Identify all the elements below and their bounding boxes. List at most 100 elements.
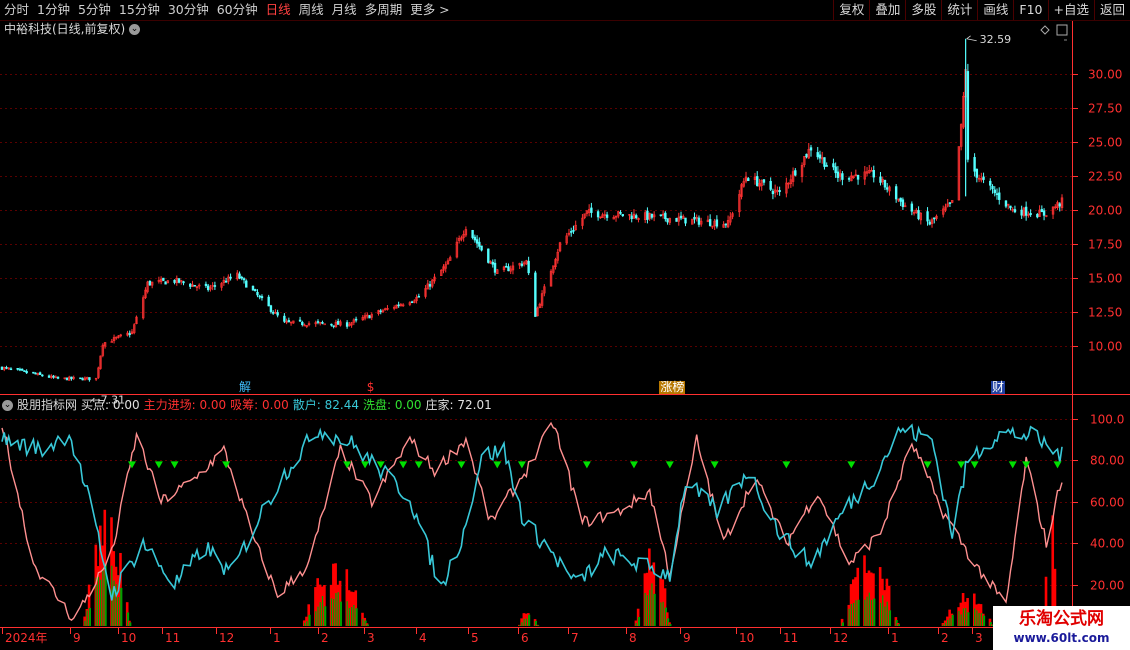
indicator-axis-label: 100.0 <box>1090 413 1124 427</box>
candle-body <box>910 203 914 212</box>
candle-body <box>38 372 42 375</box>
candle-body <box>345 322 349 327</box>
candle-body <box>173 279 176 283</box>
candle-body <box>301 321 304 326</box>
candle-body <box>809 147 813 151</box>
candle-body <box>794 170 797 176</box>
candle-body <box>778 190 781 193</box>
candle-body <box>664 212 667 220</box>
period-tab-3[interactable]: 15分钟 <box>115 0 164 20</box>
candle-body <box>0 366 4 370</box>
tool-button-5[interactable]: F10 <box>1013 0 1047 20</box>
date-axis-label: 3 <box>367 631 375 645</box>
candle-body <box>25 371 28 374</box>
candle-body <box>428 284 432 287</box>
candle-body <box>1042 210 1046 216</box>
candle-body <box>520 263 524 266</box>
bar-green <box>951 614 954 626</box>
period-tab-6[interactable]: 日线 <box>262 0 295 20</box>
candle-body <box>47 375 51 378</box>
candle-body <box>816 152 819 158</box>
candle-body <box>32 371 35 374</box>
bar-green <box>669 624 672 626</box>
indicator-name[interactable]: 股朋指标网 <box>17 398 77 412</box>
candle-body <box>245 280 248 288</box>
candle-body <box>856 174 860 180</box>
bar-green <box>308 614 311 626</box>
candle-body <box>948 202 952 204</box>
candle-body <box>666 218 669 223</box>
candle-body <box>684 217 687 224</box>
period-tab-10[interactable]: 更多 > <box>406 0 453 20</box>
candle-body <box>933 217 936 220</box>
candle-body <box>189 283 192 287</box>
bar-green <box>339 601 342 626</box>
indicator-value-1: 主力进场: 0.00 <box>143 398 227 412</box>
candle-body <box>1036 214 1039 218</box>
candle-body <box>1013 209 1017 213</box>
candle-body <box>762 179 766 183</box>
event-marker-2[interactable]: 涨榜 <box>659 381 686 394</box>
max-arrow-icon <box>966 35 977 42</box>
chevron-down-icon[interactable]: ⌄ <box>129 24 141 35</box>
candle-body <box>251 285 255 291</box>
candle-body <box>473 236 477 241</box>
candle-body <box>769 180 772 190</box>
bar-green <box>528 614 531 626</box>
candle-body <box>256 291 259 296</box>
date-axis-label: 2 <box>321 631 329 645</box>
candle-body <box>193 284 196 287</box>
period-tab-4[interactable]: 30分钟 <box>164 0 213 20</box>
bar-green <box>88 607 91 626</box>
date-axis-label: 9 <box>683 631 691 645</box>
price-axis-label: 22.50 <box>1088 170 1122 184</box>
date-axis-label: 1 <box>273 631 281 645</box>
candle-body <box>991 185 994 190</box>
indicator-value-0: 买点: 0.00 <box>81 398 140 412</box>
bar-green <box>129 622 132 626</box>
tool-button-3[interactable]: 统计 <box>941 0 977 20</box>
stock-title[interactable]: 中裕科技(日线,前复权) ⌄ <box>4 22 141 36</box>
candle-body <box>128 333 131 335</box>
candle-body <box>379 310 382 313</box>
candle-body <box>572 230 575 232</box>
indicator-value-5: 庄家: 72.01 <box>425 398 492 412</box>
bar-green <box>841 622 844 626</box>
period-tab-9[interactable]: 多周期 <box>361 0 407 20</box>
tool-button-1[interactable]: 叠加 <box>869 0 905 20</box>
period-tab-2[interactable]: 5分钟 <box>74 0 115 20</box>
candle-body <box>260 296 264 299</box>
period-tab-8[interactable]: 月线 <box>328 0 361 20</box>
zhuangjia-line <box>1 421 1063 621</box>
candle-body <box>52 375 55 378</box>
period-tab-7[interactable]: 周线 <box>295 0 328 20</box>
candle-body <box>989 180 992 186</box>
period-tab-0[interactable]: 分时 <box>0 0 33 20</box>
tool-button-7[interactable]: 返回 <box>1093 0 1130 20</box>
candle-body <box>164 281 167 285</box>
chevron-down-icon[interactable]: ⌄ <box>2 399 13 411</box>
tool-button-6[interactable]: +自选 <box>1047 0 1094 20</box>
price-axis-label: 12.50 <box>1088 306 1122 320</box>
bar-green <box>967 612 970 626</box>
bar-green <box>857 599 860 626</box>
period-tab-5[interactable]: 60分钟 <box>213 0 262 20</box>
tool-button-2[interactable]: 多股 <box>905 0 941 20</box>
event-marker-3[interactable]: 财 <box>991 381 1006 394</box>
candle-body <box>646 210 649 220</box>
period-tab-1[interactable]: 1分钟 <box>33 0 74 20</box>
candle-body <box>471 229 474 238</box>
candle-body <box>883 179 887 188</box>
date-axis-label: 12 <box>833 631 848 645</box>
candle-body <box>836 171 840 178</box>
event-marker-1[interactable]: $ <box>366 381 376 394</box>
tool-button-4[interactable]: 画线 <box>977 0 1013 20</box>
buy-marker-icon <box>970 461 979 469</box>
tool-button-0[interactable]: 复权 <box>833 0 869 20</box>
event-marker-0[interactable]: 解 <box>238 381 252 394</box>
candle-body <box>596 211 600 218</box>
bar-green <box>653 593 656 626</box>
price-axis-label: 25.00 <box>1088 136 1122 150</box>
date-axis-label: 10 <box>739 631 754 645</box>
indicator-axis-label: 20.00 <box>1090 579 1124 593</box>
